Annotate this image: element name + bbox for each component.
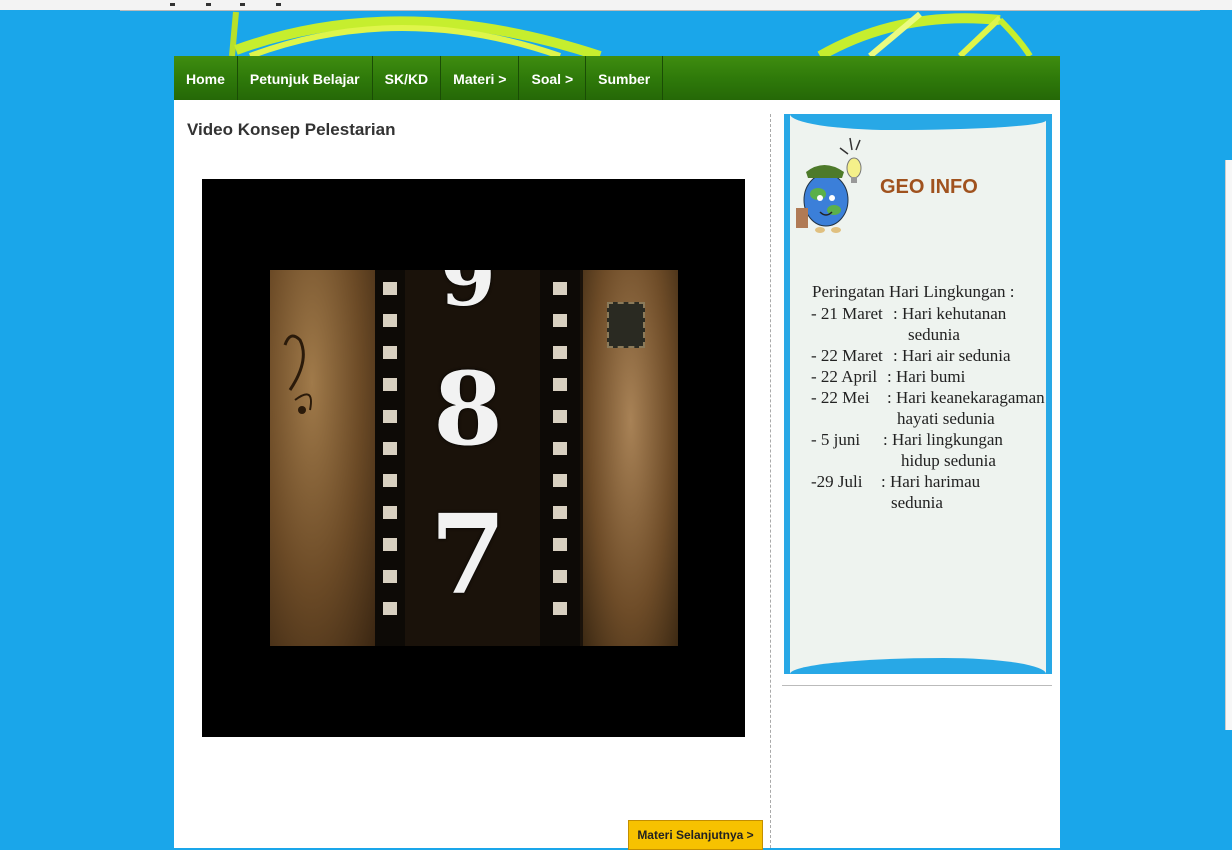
event-date: - 22 April xyxy=(811,367,878,386)
perforation xyxy=(553,314,567,327)
sidebar-divider xyxy=(782,685,1052,686)
perforation xyxy=(553,378,567,391)
perforation xyxy=(383,506,397,519)
card-bottom-edge xyxy=(790,658,1046,674)
perforation xyxy=(553,346,567,359)
event-name: : Hari kehutanan xyxy=(893,304,1007,323)
globe-mascot-icon xyxy=(796,137,862,233)
perforation xyxy=(383,442,397,455)
next-material-button[interactable]: Materi Selanjutnya > xyxy=(628,820,763,850)
event-cont: hayati sedunia xyxy=(897,409,995,428)
perforation xyxy=(553,538,567,551)
perforation xyxy=(553,506,567,519)
perforation xyxy=(553,410,567,423)
page-container: Home Petunjuk Belajar SK/KD Materi > Soa… xyxy=(174,56,1060,850)
main-nav: Home Petunjuk Belajar SK/KD Materi > Soa… xyxy=(174,56,1060,100)
perforation xyxy=(553,282,567,295)
perforation xyxy=(553,442,567,455)
event-name: : Hari bumi xyxy=(887,367,966,386)
header-decoration xyxy=(229,11,1033,60)
column-divider xyxy=(770,114,771,848)
nav-materi[interactable]: Materi > xyxy=(441,56,520,100)
film-panel-right xyxy=(583,270,678,646)
nav-petunjuk-belajar[interactable]: Petunjuk Belajar xyxy=(238,56,373,100)
perforation xyxy=(553,602,567,615)
page-title: Video Konsep Pelestarian xyxy=(187,120,396,139)
event-date: - 5 juni xyxy=(811,430,861,449)
event-cont: sedunia xyxy=(891,493,943,512)
event-name: : Hari harimau xyxy=(881,472,981,491)
perforation xyxy=(383,602,397,615)
perforation xyxy=(383,346,397,359)
event-name: : Hari lingkungan xyxy=(883,430,1003,449)
card-title: GEO INFO xyxy=(880,176,978,198)
perforation xyxy=(553,570,567,583)
perforation xyxy=(383,282,397,295)
event-name: : Hari keanekaragaman xyxy=(887,388,1045,407)
video-player[interactable]: 9 8 7 xyxy=(202,179,745,737)
perforation xyxy=(383,474,397,487)
countdown-digit: 8 xyxy=(433,350,503,468)
nav-soal[interactable]: Soal > xyxy=(519,56,587,100)
nav-sumber[interactable]: Sumber xyxy=(586,56,664,100)
nav-sk-kd[interactable]: SK/KD xyxy=(373,56,442,100)
event-date: - 22 Mei xyxy=(811,388,870,407)
video-frame: 9 8 7 xyxy=(270,270,678,646)
page-scroll-edge xyxy=(1225,160,1232,730)
film-panel-left xyxy=(270,270,375,646)
event-date: - 21 Maret xyxy=(811,304,883,323)
geo-info-card: GEO INFO Peringatan Hari Lingkungan : - … xyxy=(784,114,1052,674)
event-name: : Hari air sedunia xyxy=(893,346,1011,365)
swirl-ornament xyxy=(283,334,312,414)
perforation xyxy=(383,378,397,391)
perforation xyxy=(383,570,397,583)
countdown-digit-partial: 9 xyxy=(440,270,496,324)
chip-icon xyxy=(607,302,645,348)
perforation xyxy=(383,538,397,551)
info-heading: Peringatan Hari Lingkungan : xyxy=(812,282,1015,301)
event-date: -29 Juli xyxy=(811,472,863,491)
event-cont: hidup sedunia xyxy=(901,451,996,470)
perforation xyxy=(383,314,397,327)
perforation xyxy=(383,410,397,423)
countdown-digit: 7 xyxy=(429,490,507,619)
perforation xyxy=(553,474,567,487)
nav-home[interactable]: Home xyxy=(174,56,238,100)
event-date: - 22 Maret xyxy=(811,346,883,365)
event-cont: sedunia xyxy=(908,325,960,344)
